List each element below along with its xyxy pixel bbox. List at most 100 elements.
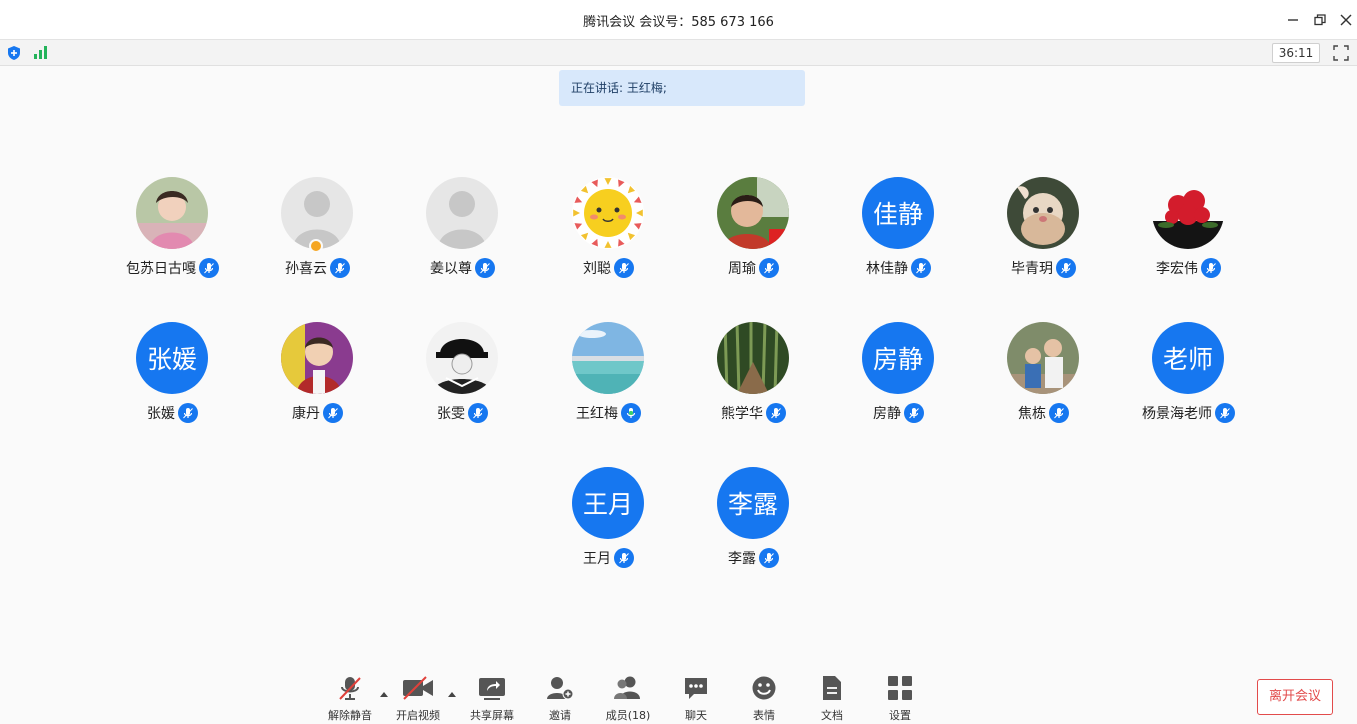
participant-tile[interactable]: 包苏日古嘎 xyxy=(100,177,245,287)
status-bar: 36:11 xyxy=(0,40,1357,66)
participant-name: 张雯 xyxy=(437,406,465,422)
avatar xyxy=(717,322,789,394)
start-video-label: 开启视频 xyxy=(396,709,440,722)
participant-name: 杨景海老师 xyxy=(1142,406,1212,422)
members-icon xyxy=(594,674,662,702)
participant-tile[interactable]: 张雯 xyxy=(390,322,535,432)
avatar xyxy=(136,177,208,249)
fullscreen-icon xyxy=(1333,45,1349,61)
participant-name-row: 王红梅 xyxy=(536,403,681,423)
participant-name-row: 张雯 xyxy=(390,403,535,423)
speaking-banner: 正在讲话: 王红梅; xyxy=(559,70,805,106)
avatar-initials: 房静 xyxy=(862,322,934,394)
participant-name: 孙喜云 xyxy=(285,261,327,277)
meeting-timer: 36:11 xyxy=(1272,43,1320,63)
chat-button[interactable]: 聊天 xyxy=(662,674,730,724)
video-options-caret-icon[interactable] xyxy=(447,685,457,697)
participant-name: 王月 xyxy=(583,551,611,567)
close-button[interactable] xyxy=(1336,10,1356,30)
participant-name-row: 刘聪 xyxy=(536,258,681,278)
invite-label: 邀请 xyxy=(549,709,571,722)
participant-name-row: 林佳静 xyxy=(826,258,971,278)
window-title: 腾讯会议 会议号：585 673 166 xyxy=(583,15,774,30)
participant-name-row: 张媛 xyxy=(100,403,245,423)
invite-button[interactable]: 邀请 xyxy=(526,674,594,724)
mic-muted-icon xyxy=(759,258,779,278)
participant-tile[interactable]: 李露 李露 xyxy=(681,467,826,577)
fullscreen-button[interactable] xyxy=(1333,45,1349,65)
chat-label: 聊天 xyxy=(685,709,707,722)
minimize-button[interactable] xyxy=(1283,10,1303,30)
participant-name: 毕青玥 xyxy=(1011,261,1053,277)
participant-tile[interactable]: 孙喜云 xyxy=(245,177,390,287)
minimize-icon xyxy=(1288,19,1298,21)
mic-muted-icon xyxy=(766,403,786,423)
participant-name-row: 毕青玥 xyxy=(971,258,1116,278)
participant-name: 康丹 xyxy=(292,406,320,422)
mic-muted-icon xyxy=(1056,258,1076,278)
docs-button[interactable]: 文档 xyxy=(798,674,866,724)
mic-muted-icon xyxy=(904,403,924,423)
participant-name-row: 包苏日古嘎 xyxy=(100,258,245,278)
mic-muted-icon xyxy=(1201,258,1221,278)
avatar-initials: 佳静 xyxy=(862,177,934,249)
restore-icon xyxy=(1314,14,1326,26)
participant-name: 包苏日古嘎 xyxy=(126,261,196,277)
participant-name-row: 李露 xyxy=(681,548,826,568)
mic-muted-icon xyxy=(614,258,634,278)
signal-strength-icon[interactable] xyxy=(33,44,49,64)
avatar xyxy=(572,177,644,249)
participant-name-row: 康丹 xyxy=(245,403,390,423)
mic-muted-icon xyxy=(323,403,343,423)
mic-muted-icon xyxy=(330,258,350,278)
avatar-initials: 李露 xyxy=(717,467,789,539)
participant-tile[interactable]: 张媛 张媛 xyxy=(100,322,245,432)
avatar xyxy=(717,177,789,249)
participant-tile[interactable]: 焦栋 xyxy=(971,322,1116,432)
participant-tile[interactable]: 熊学华 xyxy=(681,322,826,432)
avatar xyxy=(426,177,498,249)
avatar xyxy=(1007,177,1079,249)
members-button[interactable]: 成员(18) xyxy=(594,674,662,724)
security-shield-icon[interactable] xyxy=(6,45,22,65)
avatar-initials: 张媛 xyxy=(136,322,208,394)
participant-name: 王红梅 xyxy=(576,406,618,422)
avatar-initials: 王月 xyxy=(572,467,644,539)
restore-button[interactable] xyxy=(1310,10,1330,30)
participant-name: 李宏伟 xyxy=(1156,261,1198,277)
participant-name: 熊学华 xyxy=(721,406,763,422)
participant-name: 周瑜 xyxy=(728,261,756,277)
reaction-button[interactable]: 表情 xyxy=(730,674,798,724)
start-video-button[interactable]: 开启视频 xyxy=(384,674,452,724)
participant-tile[interactable]: 王月 王月 xyxy=(536,467,681,577)
settings-button[interactable]: 设置 xyxy=(866,674,934,724)
participant-name-row: 王月 xyxy=(536,548,681,568)
participant-tile[interactable]: 王红梅 xyxy=(536,322,681,432)
title-bar: 腾讯会议 会议号：585 673 166 xyxy=(0,0,1357,40)
add-user-icon xyxy=(526,674,594,702)
leave-meeting-button[interactable]: 离开会议 xyxy=(1257,679,1333,715)
participant-tile[interactable]: 毕青玥 xyxy=(971,177,1116,287)
mic-speaking-icon xyxy=(621,403,641,423)
share-screen-button[interactable]: 共享屏幕 xyxy=(458,674,526,724)
mic-muted-icon xyxy=(759,548,779,568)
mic-muted-icon xyxy=(614,548,634,568)
participant-tile[interactable]: 佳静 林佳静 xyxy=(826,177,971,287)
participant-tile[interactable]: 刘聪 xyxy=(536,177,681,287)
avatar xyxy=(281,322,353,394)
participant-tile[interactable]: 周瑜 xyxy=(681,177,826,287)
participant-tile[interactable]: 康丹 xyxy=(245,322,390,432)
participant-tile[interactable]: 房静 房静 xyxy=(826,322,971,432)
participant-name: 刘聪 xyxy=(583,261,611,277)
participant-tile[interactable]: 老师 杨景海老师 xyxy=(1116,322,1261,432)
mic-muted-icon xyxy=(1215,403,1235,423)
participant-name: 姜以尊 xyxy=(430,261,472,277)
mic-muted-icon xyxy=(911,258,931,278)
smiley-icon xyxy=(730,674,798,702)
participant-name-row: 姜以尊 xyxy=(390,258,535,278)
participant-tile[interactable]: 姜以尊 xyxy=(390,177,535,287)
mic-muted-icon xyxy=(468,403,488,423)
mic-muted-icon xyxy=(178,403,198,423)
participant-tile[interactable]: 李宏伟 xyxy=(1116,177,1261,287)
unmute-button[interactable]: 解除静音 xyxy=(316,674,384,724)
